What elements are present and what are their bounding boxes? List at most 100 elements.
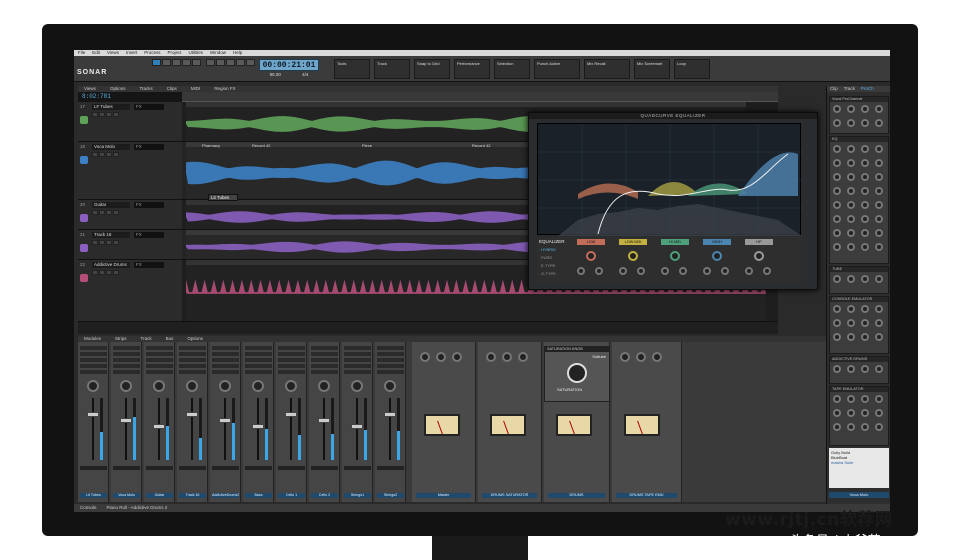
module-knob[interactable] <box>847 423 855 431</box>
fx-slot[interactable] <box>311 346 338 350</box>
output-selector[interactable] <box>311 466 338 470</box>
mute-button[interactable] <box>92 112 98 117</box>
fx-slot[interactable] <box>113 364 140 368</box>
eq-q-knob[interactable] <box>763 267 771 275</box>
track-header[interactable]: 18 Voca Molo FX <box>78 142 182 200</box>
module-knob[interactable] <box>875 305 883 313</box>
eq-freq-knob[interactable] <box>745 267 753 275</box>
fx-slot[interactable] <box>245 364 272 368</box>
fx-slot[interactable] <box>311 352 338 356</box>
input-echo-button[interactable] <box>113 112 119 117</box>
module-knob[interactable] <box>861 229 869 237</box>
dock-tab[interactable]: Piano Roll - Addictive Drums 2 <box>107 504 168 512</box>
meter-value[interactable]: 4/4 <box>302 72 308 79</box>
fx-slot[interactable] <box>344 364 371 368</box>
output-selector[interactable] <box>278 466 305 470</box>
track-name-field[interactable]: Track 16 <box>92 232 130 238</box>
track-fx-bin[interactable]: FX <box>134 144 164 150</box>
bus-knob[interactable] <box>452 352 462 362</box>
pan-knob[interactable] <box>219 380 231 392</box>
inspector-tab-proch[interactable]: ProCh <box>861 86 874 92</box>
module-knob[interactable] <box>861 159 869 167</box>
module-knob[interactable] <box>861 105 869 113</box>
bus-knob[interactable] <box>502 352 512 362</box>
bus-knob[interactable] <box>652 352 662 362</box>
module-knob[interactable] <box>861 173 869 181</box>
volume-fader-cap[interactable] <box>252 424 264 429</box>
strip-name[interactable]: Voca Molo <box>113 493 140 498</box>
volume-fader-track[interactable] <box>125 398 127 460</box>
eq-freq-knob[interactable] <box>577 267 585 275</box>
bus-name[interactable]: DRUMS SATURATOR <box>482 493 537 498</box>
fx-slot[interactable] <box>377 370 404 374</box>
mute-button[interactable] <box>92 270 98 275</box>
strip-name[interactable]: Strings1 <box>344 493 371 498</box>
inspector-strip-name[interactable]: Voca Molo <box>829 492 889 498</box>
module-knob[interactable] <box>833 145 841 153</box>
mute-button[interactable] <box>92 210 98 215</box>
fx-slot[interactable] <box>245 352 272 356</box>
edit-tool-button[interactable] <box>182 59 191 66</box>
track-header[interactable]: 20 Guitar FX <box>78 200 182 230</box>
module-knob[interactable] <box>833 305 841 313</box>
track-name-field[interactable]: Addictive Drums <box>92 262 130 268</box>
fx-slot[interactable] <box>179 364 206 368</box>
mute-button[interactable] <box>92 240 98 245</box>
module-knob[interactable] <box>833 243 841 251</box>
input-echo-button[interactable] <box>113 210 119 215</box>
control-module-6[interactable]: Mix Recall <box>584 59 630 79</box>
track-name-field[interactable]: LF Tubes <box>92 104 130 110</box>
module-knob[interactable] <box>833 173 841 181</box>
volume-fader-cap[interactable] <box>351 424 363 429</box>
track-name-field[interactable]: Voca Molo <box>92 144 130 150</box>
module-knob[interactable] <box>847 145 855 153</box>
eq-mode-hybrid[interactable]: HYBRID <box>541 247 556 255</box>
track-fx-bin[interactable]: FX <box>134 232 164 238</box>
fx-slot[interactable] <box>377 346 404 350</box>
fx-slot[interactable] <box>146 352 173 356</box>
pan-knob[interactable] <box>285 380 297 392</box>
solo-button[interactable] <box>99 240 105 245</box>
eq-curve-graph[interactable] <box>537 123 802 236</box>
module-knob[interactable] <box>861 423 869 431</box>
module-knob[interactable] <box>833 159 841 167</box>
module-knob[interactable] <box>861 409 869 417</box>
strip-name[interactable]: Cello 1 <box>278 493 305 498</box>
output-selector[interactable] <box>344 466 371 470</box>
module-knob[interactable] <box>847 201 855 209</box>
module-knob[interactable] <box>861 119 869 127</box>
smart-tool-button[interactable] <box>152 59 161 66</box>
input-echo-button[interactable] <box>113 270 119 275</box>
eq-freq-knob[interactable] <box>703 267 711 275</box>
module-header[interactable]: ADDICTIVE DRUMS <box>830 357 888 362</box>
stop-button[interactable] <box>216 59 225 66</box>
fx-slot[interactable] <box>80 358 107 362</box>
fx-slot[interactable] <box>146 364 173 368</box>
track-name-popup[interactable]: Lit Tubes <box>208 194 238 201</box>
bus-knob[interactable] <box>620 352 630 362</box>
bus-knob[interactable] <box>436 352 446 362</box>
module-knob[interactable] <box>875 319 883 327</box>
module-knob[interactable] <box>875 409 883 417</box>
bus-name[interactable]: DRUMS <box>548 493 605 498</box>
module-knob[interactable] <box>847 333 855 341</box>
fx-slot[interactable] <box>278 370 305 374</box>
module-knob[interactable] <box>875 105 883 113</box>
track-header[interactable]: 17 LF Tubes FX <box>78 102 182 142</box>
eq-gain-knob[interactable] <box>586 251 596 261</box>
volume-fader-cap[interactable] <box>186 412 198 417</box>
volume-fader-cap[interactable] <box>120 418 132 423</box>
fx-slot[interactable] <box>344 352 371 356</box>
arm-button[interactable] <box>106 240 112 245</box>
volume-fader-track[interactable] <box>158 398 160 460</box>
volume-fader-cap[interactable] <box>219 418 231 423</box>
draw-tool-button[interactable] <box>192 59 201 66</box>
tempo-value[interactable]: 85.00 <box>270 72 281 79</box>
module-knob[interactable] <box>833 187 841 195</box>
output-selector[interactable] <box>377 466 404 470</box>
module-header[interactable]: TUBE <box>830 267 888 272</box>
control-module-1[interactable]: Track <box>374 59 410 79</box>
saturation-knob[interactable] <box>567 363 587 383</box>
eq-q-knob[interactable] <box>721 267 729 275</box>
module-knob[interactable] <box>833 319 841 327</box>
